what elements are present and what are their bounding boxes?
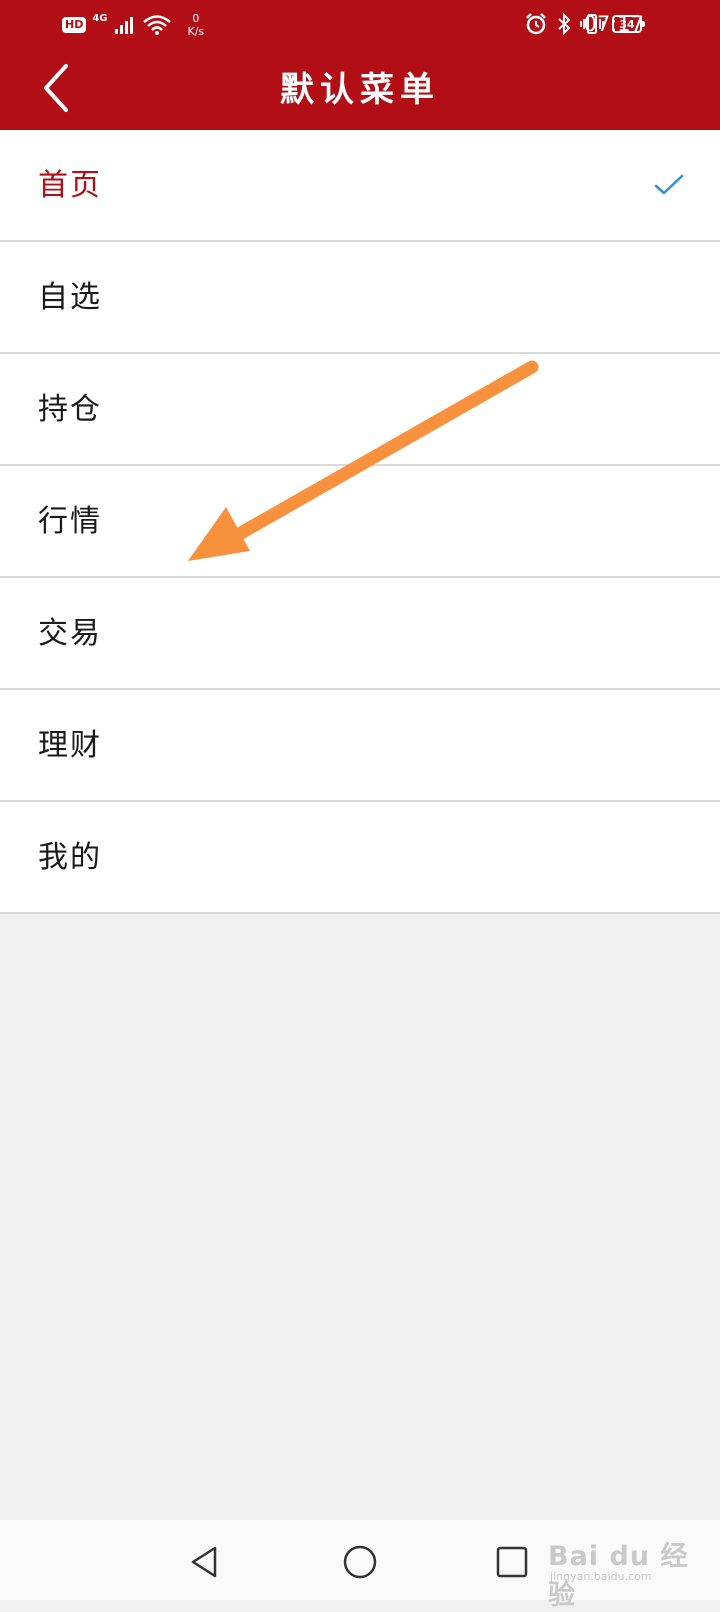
menu-item-holdings[interactable]: 持仓 — [0, 354, 720, 466]
app-header: HD 4G 0 K/s 34 07:17 默认菜单 — [0, 0, 720, 130]
menu-item-label: 持仓 — [38, 392, 102, 427]
nav-recents-button[interactable] — [492, 1542, 532, 1582]
watermark-url: jingyan.baidu.com — [550, 1570, 652, 1583]
status-bar: HD 4G 0 K/s 34 07:17 — [0, 0, 720, 48]
network-speed: 0 K/s — [188, 12, 205, 38]
check-icon — [654, 174, 684, 195]
network-type: 4G — [92, 12, 108, 24]
menu-item-mine[interactable]: 我的 — [0, 802, 720, 914]
wifi-icon — [142, 15, 171, 35]
back-triangle-icon — [191, 1546, 217, 1578]
alarm-icon — [526, 13, 546, 35]
menu-item-wealth[interactable]: 理财 — [0, 690, 720, 802]
menu-item-market[interactable]: 行情 — [0, 466, 720, 578]
recents-square-icon — [496, 1546, 528, 1578]
menu-item-label: 交易 — [38, 616, 102, 651]
home-circle-icon — [343, 1545, 377, 1579]
speed-unit: K/s — [187, 25, 205, 38]
menu-item-label: 行情 — [38, 504, 102, 539]
nav-back-button[interactable] — [185, 1542, 225, 1582]
menu-item-label: 理财 — [38, 728, 102, 763]
menu-item-label: 首页 — [38, 168, 102, 203]
menu-item-trade[interactable]: 交易 — [0, 578, 720, 690]
status-left: HD 4G 0 K/s — [62, 10, 204, 40]
nav-home-button[interactable] — [340, 1542, 380, 1582]
menu-item-label: 自选 — [38, 280, 102, 315]
clock: 07:17 — [583, 12, 644, 36]
menu-list: 首页 自选 持仓 行情 交易 理财 我的 — [0, 130, 720, 914]
hd-badge: HD — [62, 17, 87, 33]
signal-icon — [114, 17, 133, 34]
bluetooth-icon — [558, 12, 571, 36]
watermark: Bai du 经验 jingyan.baidu.com — [548, 1530, 698, 1611]
menu-item-home[interactable]: 首页 — [0, 130, 720, 242]
menu-item-label: 我的 — [38, 840, 102, 875]
page-title: 默认菜单 — [280, 70, 440, 110]
speed-value: 0 — [192, 12, 200, 25]
menu-item-watchlist[interactable]: 自选 — [0, 242, 720, 354]
